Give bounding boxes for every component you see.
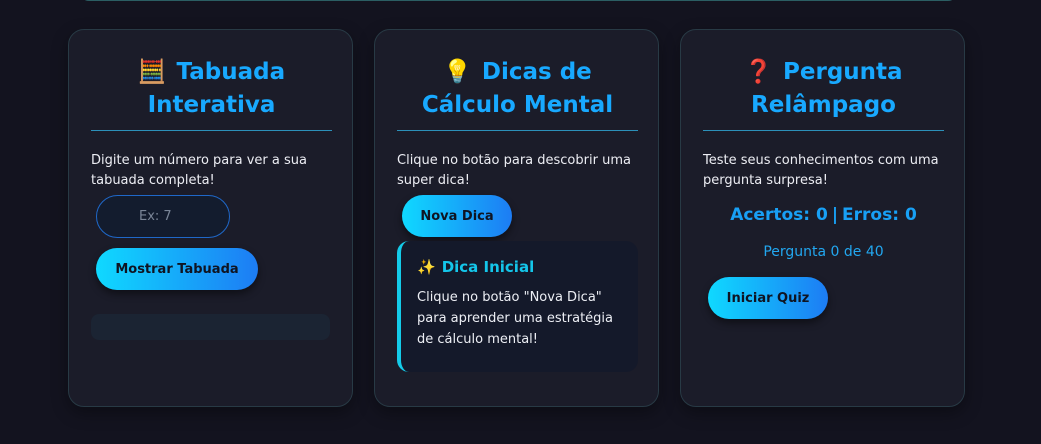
question-mark-icon: ❓: [744, 59, 774, 85]
show-table-button[interactable]: Mostrar Tabuada: [96, 248, 258, 290]
light-bulb-icon: 💡: [443, 59, 472, 85]
abacus-icon: 🧮: [137, 59, 167, 85]
hits-count: Acertos: 0: [730, 205, 828, 225]
quiz-score: Acertos: 0 | Erros: 0: [703, 205, 944, 225]
table-result-area: [91, 314, 330, 340]
previous-section-edge: [80, 0, 957, 1]
start-quiz-button[interactable]: Iniciar Quiz: [708, 277, 828, 319]
card-title-text: Tabuada Interativa: [147, 59, 286, 118]
errors-count: Erros: 0: [842, 205, 917, 225]
card-description: Clique no botão para descobrir uma super…: [397, 153, 631, 188]
quiz-progress: Pergunta 0 de 40: [763, 244, 884, 260]
card-title-text: Pergunta Relâmpago: [751, 59, 903, 118]
card-title: 💡 Dicas de Cálculo Mental: [397, 56, 638, 122]
card-quiz: ❓ Pergunta Relâmpago Teste seus conhecime…: [680, 29, 965, 407]
title-divider: [703, 130, 944, 131]
card-dicas: 💡 Dicas de Cálculo Mental Clique no botão…: [374, 29, 659, 407]
number-input[interactable]: [96, 195, 230, 238]
score-separator: |: [831, 205, 839, 225]
card-tabuada: 🧮 Tabuada Interativa Digite um número par…: [68, 29, 353, 407]
tip-title: ✨ Dica Inicial: [417, 257, 624, 277]
title-divider: [91, 130, 332, 131]
title-divider: [397, 130, 638, 131]
tip-box: ✨ Dica Inicial Clique no botão "Nova Dica…: [397, 241, 638, 372]
tip-title-text: Dica Inicial: [441, 258, 535, 276]
new-tip-button[interactable]: Nova Dica: [402, 195, 512, 237]
card-title: ❓ Pergunta Relâmpago: [703, 56, 944, 122]
tip-text: Clique no botão "Nova Dica" para aprende…: [417, 290, 614, 347]
sparkles-icon: ✨: [417, 258, 436, 276]
card-description: Teste seus conhecimentos com uma pergunt…: [703, 153, 939, 188]
card-title: 🧮 Tabuada Interativa: [91, 56, 332, 122]
card-description: Digite um número para ver a sua tabuada …: [91, 153, 307, 188]
